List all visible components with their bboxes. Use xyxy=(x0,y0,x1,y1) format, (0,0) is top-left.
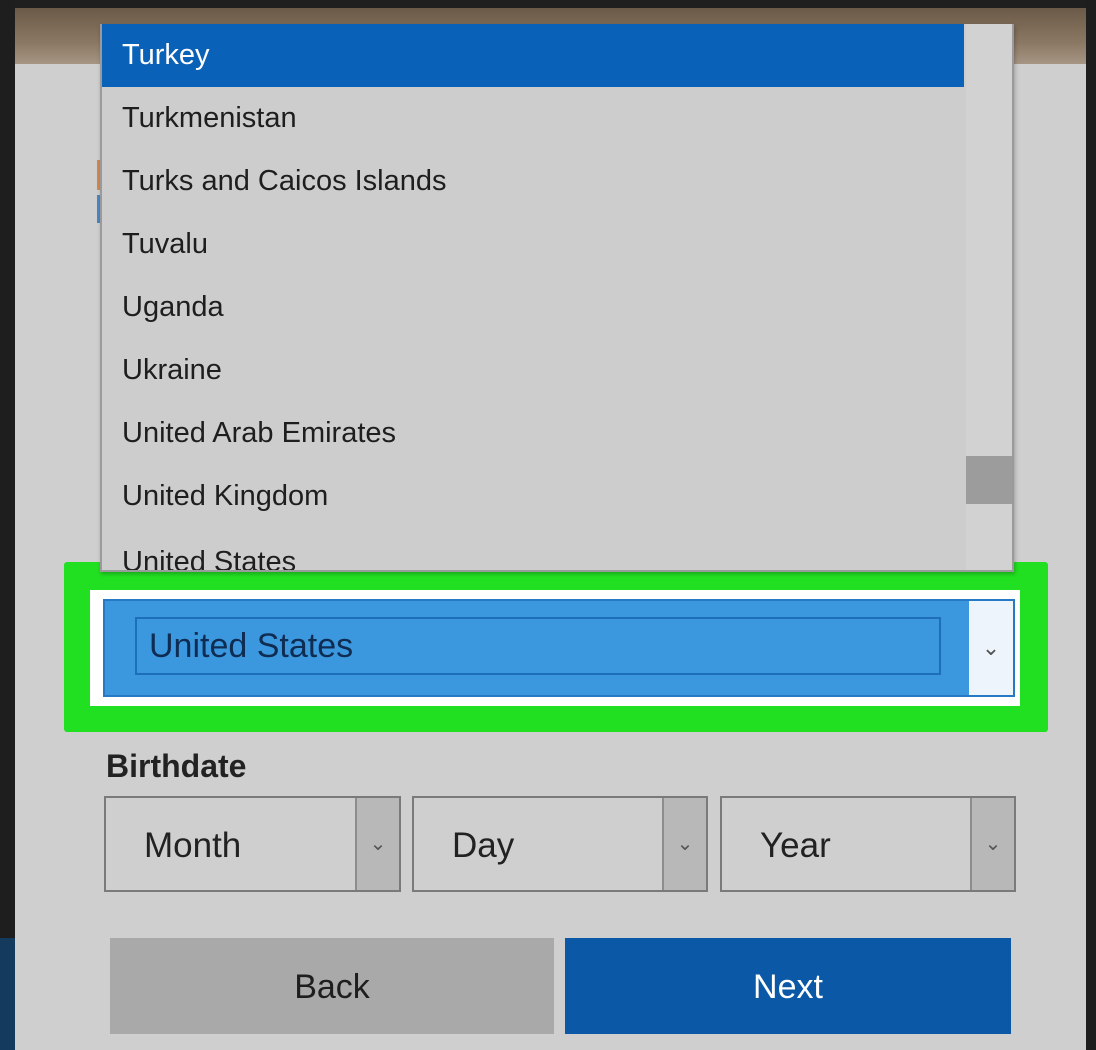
country-option[interactable]: Tuvalu xyxy=(102,213,964,276)
country-select-value: United States xyxy=(135,617,941,675)
birthdate-label: Birthdate xyxy=(106,748,247,784)
window-frame-top xyxy=(0,0,1096,8)
back-button[interactable]: Back xyxy=(110,938,554,1034)
country-select[interactable]: United States ⌄ xyxy=(103,599,1015,697)
dropdown-scrollbar[interactable] xyxy=(966,24,1012,570)
month-select-value: Month xyxy=(144,826,242,865)
month-select[interactable]: Month ⌄ xyxy=(104,796,401,892)
country-option[interactable]: United Arab Emirates xyxy=(102,402,964,465)
window-frame-left-lower xyxy=(0,938,15,1050)
country-option[interactable]: United States xyxy=(102,528,964,570)
window-frame-right xyxy=(1086,0,1096,1050)
chevron-down-icon[interactable]: ⌄ xyxy=(969,601,1013,695)
country-option[interactable]: Ukraine xyxy=(102,339,964,402)
country-options: Turkey Turkmenistan Turks and Caicos Isl… xyxy=(102,24,964,570)
next-button[interactable]: Next xyxy=(565,938,1011,1034)
country-option[interactable]: Turkey xyxy=(102,24,964,87)
year-select[interactable]: Year ⌄ xyxy=(720,796,1016,892)
year-select-value: Year xyxy=(760,826,831,865)
scrollbar-thumb[interactable] xyxy=(966,456,1012,504)
chevron-down-icon[interactable]: ⌄ xyxy=(970,798,1014,890)
country-option[interactable]: United Kingdom xyxy=(102,465,964,528)
chevron-down-icon[interactable]: ⌄ xyxy=(662,798,706,890)
day-select[interactable]: Day ⌄ xyxy=(412,796,708,892)
day-select-value: Day xyxy=(452,826,515,865)
country-option[interactable]: Turks and Caicos Islands xyxy=(102,150,964,213)
chevron-down-icon[interactable]: ⌄ xyxy=(355,798,399,890)
country-dropdown-list[interactable]: Turkey Turkmenistan Turks and Caicos Isl… xyxy=(100,24,1014,572)
country-option[interactable]: Turkmenistan xyxy=(102,87,964,150)
window-frame-left xyxy=(0,0,15,1050)
country-option[interactable]: Uganda xyxy=(102,276,964,339)
